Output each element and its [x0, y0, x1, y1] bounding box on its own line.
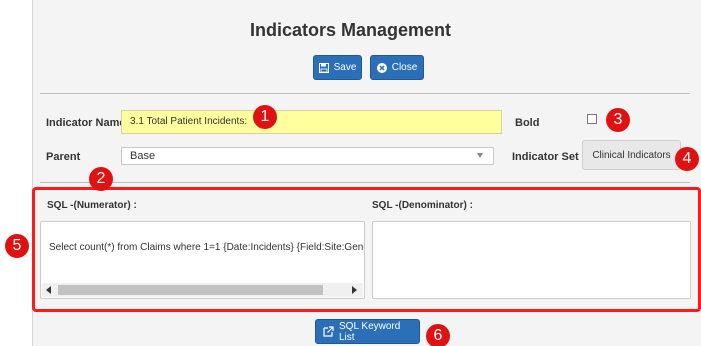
indicator-name-input[interactable]: 3.1 Total Patient Incidents:	[121, 110, 502, 134]
denominator-textarea[interactable]	[372, 221, 691, 299]
parent-label: Parent	[46, 151, 81, 163]
sql-keyword-list-label: SQL Keyword List	[339, 320, 401, 343]
numerator-text: Select count(*) from Claims where 1=1 {D…	[49, 242, 365, 253]
divider-middle	[40, 182, 690, 183]
callout-badge-3: 3	[606, 108, 630, 132]
divider-top	[40, 93, 690, 94]
callout-badge-2: 2	[89, 167, 113, 191]
parent-select[interactable]: Base	[121, 147, 494, 165]
chevron-down-icon	[477, 153, 483, 158]
numerator-label: SQL -(Numerator) :	[47, 200, 137, 211]
callout-badge-4: 4	[675, 147, 699, 171]
scroll-right-icon[interactable]	[352, 286, 357, 294]
external-link-icon	[323, 326, 334, 337]
numerator-textarea[interactable]: Select count(*) from Claims where 1=1 {D…	[40, 221, 365, 299]
callout-badge-5: 5	[5, 234, 29, 258]
indicator-name-label: Indicator Name	[46, 117, 126, 129]
scroll-left-icon[interactable]	[46, 286, 51, 294]
denominator-label: SQL -(Denominator) :	[372, 200, 473, 211]
sql-keyword-list-button[interactable]: SQL Keyword List	[315, 319, 420, 344]
scrollbar-thumb[interactable]	[58, 285, 323, 295]
bold-checkbox[interactable]	[587, 114, 597, 124]
close-label: Close	[391, 62, 418, 73]
bold-label: Bold	[515, 117, 540, 129]
callout-badge-6: 6	[426, 324, 450, 346]
numerator-scrollbar[interactable]	[42, 283, 363, 297]
close-icon	[376, 62, 387, 73]
indicator-set-button[interactable]: Clinical Indicators	[582, 140, 681, 170]
save-label: Save	[333, 62, 357, 73]
close-button[interactable]: Close	[370, 55, 424, 80]
callout-badge-1: 1	[253, 105, 277, 129]
page-title: Indicators Management	[249, 20, 452, 40]
indicator-set-label: Indicator Set	[512, 151, 579, 163]
parent-select-value: Base	[130, 150, 156, 162]
save-button[interactable]: Save	[313, 55, 362, 80]
save-icon	[318, 62, 329, 73]
